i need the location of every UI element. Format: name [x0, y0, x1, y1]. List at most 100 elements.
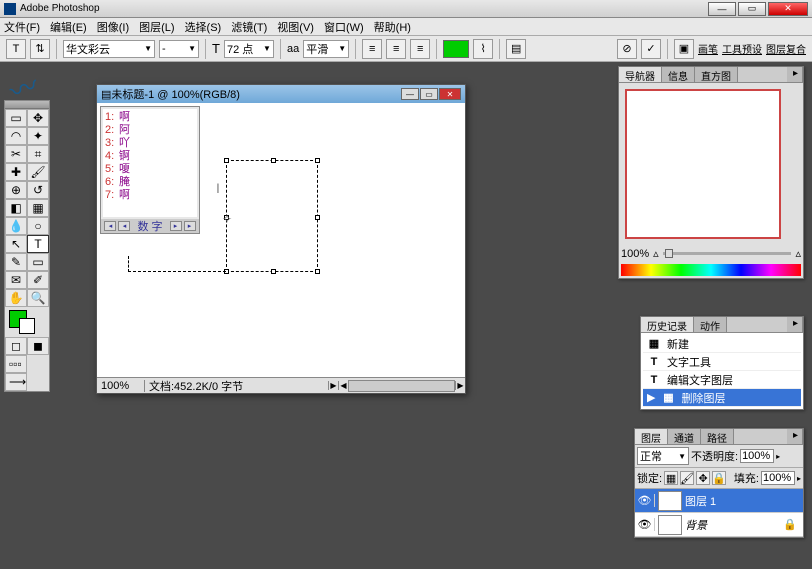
brush-tool[interactable]: 🖌 — [27, 163, 49, 181]
menu-layer[interactable]: 图层(L) — [139, 19, 174, 35]
ime-next-button[interactable]: ▸ — [170, 221, 182, 231]
tab-navigator[interactable]: 导航器 — [619, 67, 662, 82]
layer-row-background[interactable]: 👁 背景 🔒 — [635, 513, 803, 537]
wand-tool[interactable]: ✦ — [27, 127, 49, 145]
notes-tool[interactable]: ✉ — [5, 271, 27, 289]
jump-to-button[interactable]: ⟶ — [5, 373, 27, 391]
quickmask-on[interactable]: ◼ — [27, 337, 49, 355]
font-size-dropdown[interactable]: 72 点▼ — [224, 40, 274, 58]
background-color[interactable] — [19, 318, 35, 334]
orientation-toggle[interactable]: ⇅ — [30, 39, 50, 59]
menu-view[interactable]: 视图(V) — [277, 19, 314, 35]
ime-next2-button[interactable]: ▸ — [184, 221, 196, 231]
tab-actions[interactable]: 动作 — [694, 317, 727, 332]
lock-trans-button[interactable]: ▦ — [664, 471, 678, 485]
menu-help[interactable]: 帮助(H) — [374, 19, 411, 35]
maximize-button[interactable]: ▭ — [738, 2, 766, 16]
doc-minimize-button[interactable]: — — [401, 88, 419, 100]
menu-window[interactable]: 窗口(W) — [324, 19, 364, 35]
well-brushes[interactable]: 画笔 — [698, 41, 718, 56]
visibility-toggle[interactable]: 👁 — [635, 518, 655, 531]
nav-zoom-value[interactable]: 100% — [621, 248, 649, 260]
font-family-dropdown[interactable]: 华文彩云▼ — [63, 40, 155, 58]
history-brush-tool[interactable]: ↺ — [27, 181, 49, 199]
zoom-in-icon[interactable]: ▵ — [795, 247, 801, 260]
status-arrow-icon[interactable]: ▶ — [328, 381, 338, 390]
zoom-field[interactable]: 100% — [97, 380, 145, 392]
character-panel-button[interactable]: ▤ — [506, 39, 526, 59]
history-item-delete-layer[interactable]: ▶▦删除图层 — [643, 389, 801, 407]
close-button[interactable]: ✕ — [768, 2, 808, 16]
tab-histogram[interactable]: 直方图 — [695, 67, 738, 82]
color-picker[interactable] — [5, 307, 49, 337]
palette-well-icon[interactable]: ▣ — [674, 39, 694, 59]
align-left-button[interactable]: ≡ — [362, 39, 382, 59]
fill-field[interactable]: 100% — [761, 471, 795, 485]
warp-text-button[interactable]: ⌇ — [473, 39, 493, 59]
layer-row-1[interactable]: 👁 T 图层 1 — [635, 489, 803, 513]
pen-tool[interactable]: ✎ — [5, 253, 27, 271]
menu-image[interactable]: 图像(I) — [97, 19, 129, 35]
hand-tool[interactable]: ✋ — [5, 289, 27, 307]
font-style-dropdown[interactable]: -▼ — [159, 40, 199, 58]
tab-history[interactable]: 历史记录 — [641, 317, 694, 332]
scroll-left-icon[interactable]: ◀ — [338, 381, 348, 390]
quickmask-off[interactable]: ◻ — [5, 337, 27, 355]
type-tool-icon[interactable]: T — [6, 39, 26, 59]
history-item-new[interactable]: ▦新建 — [643, 335, 801, 353]
layers-menu-button[interactable]: ▸ — [787, 429, 803, 444]
doc-maximize-button[interactable]: ▭ — [420, 88, 438, 100]
toolbox-grip[interactable] — [5, 101, 49, 109]
menu-edit[interactable]: 编辑(E) — [50, 19, 87, 35]
crop-tool[interactable]: ✂ — [5, 145, 27, 163]
opacity-field[interactable]: 100% — [740, 449, 774, 463]
lock-paint-button[interactable]: 🖌 — [680, 471, 694, 485]
navigator-thumbnail[interactable] — [625, 89, 781, 239]
screenmode-buttons[interactable]: ▫▫▫ — [5, 355, 27, 373]
stamp-tool[interactable]: ⊕ — [5, 181, 27, 199]
shape-tool[interactable]: ▭ — [27, 253, 49, 271]
visibility-toggle[interactable]: 👁 — [635, 494, 655, 507]
layer-name[interactable]: 背景 — [685, 517, 707, 533]
slice-tool[interactable]: ⌗ — [27, 145, 49, 163]
lasso-tool[interactable]: ◠ — [5, 127, 27, 145]
document-titlebar[interactable]: ▤ 未标题-1 @ 100%(RGB/8) — ▭ ✕ — [97, 85, 465, 103]
path-tool[interactable]: ↖ — [5, 235, 27, 253]
tab-layers[interactable]: 图层 — [635, 429, 668, 444]
heal-tool[interactable]: ✚ — [5, 163, 27, 181]
menu-filter[interactable]: 滤镜(T) — [231, 19, 267, 35]
canvas[interactable]: 1:啊 2:阿 3:吖 4:锕 5:嗄 6:腌 7:啊 ◂ ◂ 数 字 ▸ ▸ — [98, 104, 464, 364]
h-scrollbar[interactable] — [348, 380, 455, 392]
dodge-tool[interactable]: ○ — [27, 217, 49, 235]
text-box-marquee[interactable] — [226, 160, 318, 272]
ime-prev-button[interactable]: ◂ — [104, 221, 116, 231]
blur-tool[interactable]: 💧 — [5, 217, 27, 235]
well-presets[interactable]: 工具预设 — [722, 41, 762, 56]
doc-close-button[interactable]: ✕ — [439, 88, 461, 100]
scroll-right-icon[interactable]: ▶ — [455, 381, 465, 390]
zoom-slider[interactable] — [663, 252, 792, 255]
layer-name[interactable]: 图层 1 — [685, 493, 716, 509]
panel-menu-button[interactable]: ▸ — [787, 67, 803, 82]
zoom-out-icon[interactable]: ▵ — [653, 247, 659, 260]
eraser-tool[interactable]: ◧ — [5, 199, 27, 217]
antialias-dropdown[interactable]: 平滑▼ — [303, 40, 349, 58]
minimize-button[interactable]: — — [708, 2, 736, 16]
ime-prev2-button[interactable]: ◂ — [118, 221, 130, 231]
opacity-arrow-icon[interactable]: ▸ — [776, 452, 780, 461]
well-comps[interactable]: 图层复合 — [766, 41, 806, 56]
align-right-button[interactable]: ≡ — [410, 39, 430, 59]
cancel-button[interactable]: ⊘ — [617, 39, 637, 59]
zoom-tool[interactable]: 🔍 — [27, 289, 49, 307]
align-center-button[interactable]: ≡ — [386, 39, 406, 59]
ime-list[interactable]: 1:啊 2:阿 3:吖 4:锕 5:嗄 6:腌 7:啊 — [103, 109, 197, 217]
tab-paths[interactable]: 路径 — [701, 429, 734, 444]
menu-file[interactable]: 文件(F) — [4, 19, 40, 35]
tab-info[interactable]: 信息 — [662, 67, 695, 82]
lock-move-button[interactable]: ✥ — [696, 471, 710, 485]
fill-arrow-icon[interactable]: ▸ — [797, 474, 801, 483]
eyedropper-tool[interactable]: ✐ — [27, 271, 49, 289]
history-menu-button[interactable]: ▸ — [787, 317, 803, 332]
lock-all-button[interactable]: 🔒 — [712, 471, 726, 485]
move-tool[interactable]: ✥ — [27, 109, 49, 127]
